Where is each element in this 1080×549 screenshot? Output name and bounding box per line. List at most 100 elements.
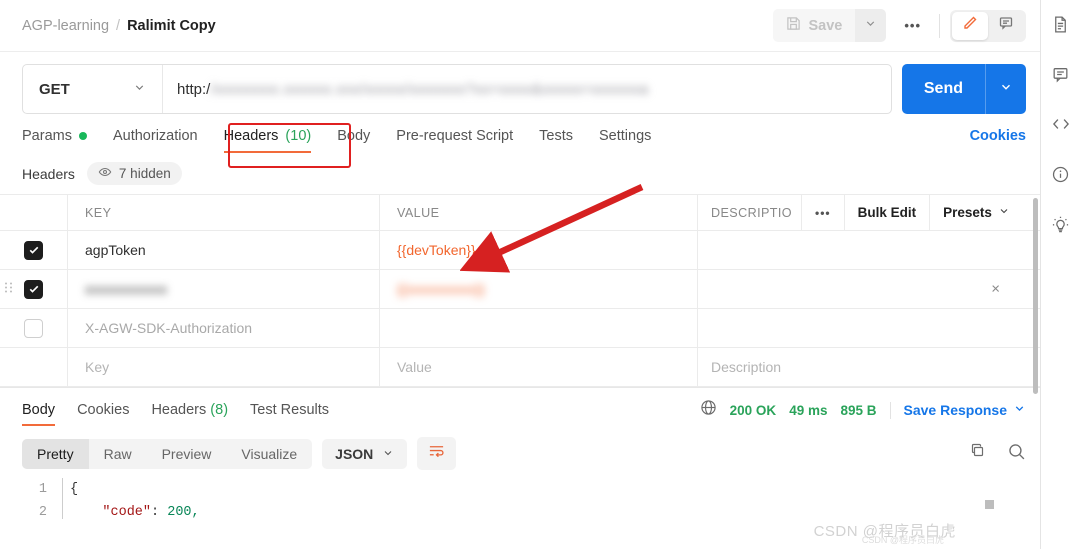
response-status[interactable]: 200 OK	[730, 403, 777, 418]
row-value-cell[interactable]: Value	[380, 348, 698, 386]
code-line-text: "code": 200,	[102, 505, 200, 520]
response-tab-headers[interactable]: Headers (8)	[151, 402, 228, 426]
row-key-cell[interactable]: xxxxxxxxxxx	[68, 270, 380, 308]
app-header: AGP-learning / Ralimit Copy Save •••	[0, 0, 1040, 52]
row-value-cell[interactable]: {{xxxxxxxxx}}	[380, 270, 698, 308]
row-checkbox[interactable]	[24, 240, 43, 260]
send-dropdown-button[interactable]	[985, 64, 1026, 114]
table-row[interactable]: X-AGW-SDK-Authorization	[0, 309, 1040, 348]
word-wrap-button[interactable]	[417, 437, 457, 470]
tab-params[interactable]: Params	[22, 128, 87, 153]
table-row[interactable]: Key Value Description	[0, 348, 1040, 387]
table-more-options-button[interactable]: •••	[801, 195, 844, 230]
comment-icon[interactable]	[1049, 62, 1073, 86]
more-options-button[interactable]: •••	[896, 14, 929, 37]
send-button[interactable]: Send	[902, 64, 985, 114]
response-tab-body[interactable]: Body	[22, 402, 56, 426]
chevron-down-icon	[382, 446, 394, 462]
view-mode-visualize[interactable]: Visualize	[226, 439, 312, 469]
chevron-down-icon	[998, 205, 1010, 220]
column-key-label: KEY	[85, 205, 112, 220]
cookies-link[interactable]: Cookies	[970, 128, 1026, 153]
bulk-edit-button[interactable]: Bulk Edit	[843, 195, 930, 230]
http-method-select[interactable]: GET	[23, 65, 163, 113]
code-icon[interactable]	[1049, 112, 1073, 136]
row-value-cell[interactable]: {{devToken}}	[380, 231, 698, 269]
document-icon[interactable]	[1049, 12, 1073, 36]
response-size[interactable]: 895 B	[840, 403, 876, 418]
code-scrollbar[interactable]	[985, 500, 994, 509]
save-button[interactable]: Save	[773, 9, 856, 42]
row-description-cell[interactable]	[698, 309, 1040, 347]
pencil-icon	[962, 15, 978, 36]
tab-pre-request-script[interactable]: Pre-request Script	[396, 128, 513, 153]
row-checkbox[interactable]	[24, 318, 43, 338]
tab-authorization[interactable]: Authorization	[113, 128, 198, 153]
tab-tests[interactable]: Tests	[539, 128, 573, 153]
request-url-row: GET http:/ /xxxxxxxx.xxxxxx.xxx/xxxxx/xx…	[0, 52, 1040, 114]
right-sidebar	[1040, 0, 1080, 549]
response-code-viewer[interactable]: 1 { 2 "code": 200,	[0, 478, 1040, 524]
url-prefix: http:/	[177, 80, 211, 98]
tab-headers[interactable]: Headers (10)	[223, 128, 312, 153]
response-format-select[interactable]: JSON	[322, 438, 408, 469]
table-header-tools: ••• Bulk Edit Presets	[801, 195, 1023, 230]
line-number: 1	[38, 482, 47, 497]
watermark-secondary: CSDN @程序员白虎	[861, 535, 944, 545]
presets-button[interactable]: Presets	[929, 195, 1023, 230]
lightbulb-icon[interactable]	[1049, 212, 1073, 236]
row-value-cell[interactable]	[380, 309, 698, 347]
row-checkbox-cell	[0, 231, 68, 269]
delete-row-button[interactable]: ×	[991, 281, 1000, 298]
tab-body[interactable]: Body	[337, 128, 370, 153]
response-body-actions	[969, 442, 1026, 466]
drag-handle-icon[interactable]	[4, 281, 13, 298]
copy-icon[interactable]	[969, 442, 987, 465]
headers-table: KEY VALUE DESCRIPTIO ••• Bulk Edit Prese…	[0, 194, 1040, 387]
breadcrumb-root[interactable]: AGP-learning	[22, 18, 109, 34]
chevron-down-icon	[133, 81, 146, 98]
word-wrap-icon	[428, 443, 445, 464]
line-number: 2	[38, 505, 47, 520]
row-description-cell[interactable]	[698, 231, 1040, 269]
code-brace: {	[70, 482, 79, 497]
comment-icon	[998, 15, 1014, 36]
code-key: "code"	[102, 505, 152, 520]
row-key-cell[interactable]: Key	[68, 348, 380, 386]
tab-headers-count: (10)	[285, 128, 312, 144]
view-mode-raw[interactable]: Raw	[89, 439, 147, 469]
headers-section-title: Headers	[22, 165, 75, 182]
url-input[interactable]: http:/ /xxxxxxxx.xxxxxx.xxx/xxxxx/xxxxxx…	[163, 65, 891, 113]
row-value-variable: {{xxxxxxxxx}}	[397, 281, 486, 297]
row-checkbox[interactable]	[24, 279, 43, 299]
view-mode-preview[interactable]: Preview	[147, 439, 227, 469]
table-scrollbar[interactable]	[1033, 198, 1038, 394]
response-tab-test-results[interactable]: Test Results	[250, 402, 329, 426]
save-response-button[interactable]: Save Response	[904, 402, 1027, 418]
chevron-down-icon	[864, 17, 877, 35]
response-time[interactable]: 49 ms	[789, 403, 827, 418]
row-description-cell[interactable]: Description	[698, 348, 1040, 386]
edit-mode-button[interactable]	[952, 11, 988, 40]
comment-mode-button[interactable]	[988, 12, 1024, 40]
response-format-label: JSON	[335, 445, 374, 462]
globe-icon	[700, 399, 717, 421]
breadcrumb: AGP-learning / Ralimit Copy	[22, 18, 216, 34]
row-checkbox-cell	[0, 309, 68, 347]
response-tab-cookies[interactable]: Cookies	[77, 402, 129, 426]
table-header-row: KEY VALUE DESCRIPTIO ••• Bulk Edit Prese…	[0, 195, 1040, 231]
info-icon[interactable]	[1049, 162, 1073, 186]
row-description-cell[interactable]	[698, 270, 1040, 308]
table-header-description: DESCRIPTIO ••• Bulk Edit Presets	[698, 195, 1040, 230]
hidden-headers-pill[interactable]: 7 hidden	[86, 162, 182, 185]
view-mode-pretty[interactable]: Pretty	[22, 438, 89, 469]
url-redacted-text: /xxxxxxxx.xxxxxx.xxx/xxxxx/xxxxxxx?xx=xx…	[210, 80, 649, 98]
row-key-cell[interactable]: X-AGW-SDK-Authorization	[68, 309, 380, 347]
row-key-cell[interactable]: agpToken	[68, 231, 380, 269]
table-row[interactable]: xxxxxxxxxxx {{xxxxxxxxx}} ×	[0, 270, 1040, 309]
save-dropdown-button[interactable]	[855, 9, 887, 42]
breadcrumb-current[interactable]: Ralimit Copy	[127, 18, 216, 34]
search-icon[interactable]	[1007, 442, 1026, 466]
tab-settings[interactable]: Settings	[599, 128, 651, 153]
table-row[interactable]: agpToken {{devToken}}	[0, 231, 1040, 270]
